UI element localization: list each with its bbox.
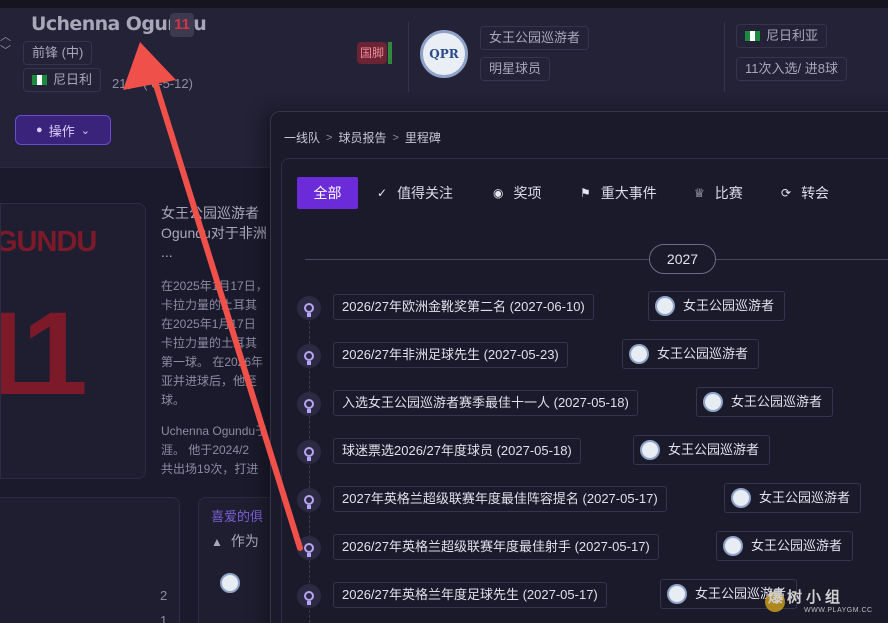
bio-lead-line: ... (161, 244, 173, 260)
medal-icon (297, 536, 321, 560)
milestone-club-chip[interactable]: 女王公园巡游者 (724, 483, 862, 513)
flag-icon: ⚑ (580, 186, 591, 200)
nigeria-flag-icon (745, 31, 760, 41)
bio-lead-line: Ogundu对于非洲 (161, 225, 267, 241)
favourite-club-subtitle: ▲ 作为 (211, 533, 259, 549)
milestone-club-chip[interactable]: 女王公园巡游者 (648, 291, 786, 321)
position-chip: 前锋 (中) (23, 41, 93, 65)
bio-lead-line: 女王公园巡游者 (161, 205, 259, 221)
international-badge: 国脚 (357, 42, 387, 64)
club-crest-icon (220, 573, 240, 593)
person-icon: ● (36, 124, 43, 136)
tab-major-events[interactable]: ⚑ 重大事件 (580, 177, 657, 209)
tab-all[interactable]: 全部 (297, 177, 358, 209)
collapse-chevron-icon[interactable]: ︿ ﹀ (0, 30, 11, 58)
nationality-chip: 尼日利 (23, 68, 102, 92)
medal-icon (297, 488, 321, 512)
medal-icon (297, 584, 321, 608)
bio-line: 卡拉力量的土耳其 (161, 336, 258, 350)
jersey-number: 11 (1, 288, 88, 420)
header-divider (408, 22, 409, 92)
year-label: 2027 (649, 244, 716, 274)
player-status-chip: 明星球员 (480, 57, 551, 81)
breadcrumb-item-milestones: 里程碑 (404, 131, 441, 145)
bio-line: 共出场19次，打进 (161, 462, 259, 476)
player-jersey-card: GUNDU 11 (0, 203, 146, 479)
bio-line: 在2025年1月17日， (161, 279, 268, 293)
nation-chip[interactable]: 尼日利亚 (736, 24, 828, 48)
shirt-number-badge: 11 (170, 13, 194, 37)
milestone-title: 入选女王公园巡游者赛季最佳十一人 (2027-05-18) (333, 390, 638, 416)
milestone-title: 2026/27年非洲足球先生 (2027-05-23) (333, 342, 568, 368)
breadcrumb: 一线队 > 球员报告 > 里程碑 (284, 129, 441, 146)
milestone-title: 2027年英格兰超级联赛年度最佳阵容提名 (2027-05-17) (333, 486, 667, 512)
club-crest-icon (731, 488, 751, 508)
club-crest-icon (723, 536, 743, 556)
bio-line: 第一球。 在2026年 (161, 355, 264, 369)
international-status-bar (388, 42, 392, 64)
milestone-club-chip[interactable]: 女王公园巡游者 (622, 339, 760, 369)
top-bar (0, 0, 888, 8)
club-crest-icon (667, 584, 687, 604)
medal-icon: ◉ (493, 186, 504, 200)
chevron-right-icon: > (392, 131, 399, 144)
shirt-icon: ▲ (211, 535, 223, 549)
bio-line: 卡拉力量的土耳其 (161, 298, 258, 312)
medal-icon (297, 440, 321, 464)
stats-card (0, 497, 180, 623)
tab-transfers[interactable]: ⟳ 转会 (781, 177, 829, 209)
club-crest-icon (703, 392, 723, 412)
bio-line: 在2025年1月17日 (161, 317, 256, 331)
club-crest-icon (640, 440, 660, 460)
milestone-title: 2026/27年欧洲金靴奖第二名 (2027-06-10) (333, 294, 594, 320)
header-divider (724, 22, 725, 92)
watermark-url: WWW.PLAYGM.CC (804, 607, 873, 614)
bio-line: Uchenna Ogundu于 (161, 424, 268, 438)
club-crest-icon[interactable]: QPR (420, 30, 468, 78)
chevron-down-icon: ⌄ (80, 124, 90, 137)
watermark-text: 爆树小组 (768, 589, 845, 606)
milestone-club-chip[interactable]: 女王公园巡游者 (633, 435, 771, 465)
medal-icon (297, 344, 321, 368)
medal-icon (297, 296, 321, 320)
stat-number: 1 (160, 613, 168, 623)
breadcrumb-item-first-team[interactable]: 一线队 (284, 129, 320, 146)
medal-icon (297, 392, 321, 416)
milestone-title: 球迷票选2026/27年度球员 (2027-05-18) (333, 438, 581, 464)
club-crest-icon (655, 296, 675, 316)
nigeria-flag-icon (32, 75, 47, 85)
milestone-club-chip[interactable]: 女王公园巡游者 (696, 387, 834, 417)
operations-button[interactable]: ● 操作 ⌄ (15, 115, 111, 145)
caps-chip: 11次入选/ 进8球 (736, 57, 847, 81)
stat-number: 2 (160, 588, 168, 603)
year-divider (305, 259, 888, 260)
trophy-icon: ♕ (694, 186, 705, 200)
milestone-title: 2026/27年英格兰超级联赛年度最佳射手 (2027-05-17) (333, 534, 659, 560)
club-name-chip[interactable]: 女王公园巡游者 (480, 26, 590, 50)
bio-line: 球。 (161, 393, 186, 407)
breadcrumb-item-player-report[interactable]: 球员报告 (338, 129, 386, 146)
check-icon: ✓ (377, 186, 388, 200)
bio-line: 亚并进球后，他至 (161, 374, 258, 388)
favourite-club-title: 喜爱的俱 (211, 509, 264, 524)
tab-noteworthy[interactable]: ✓ 值得关注 (377, 177, 453, 209)
age-dob: 21岁 ( 6-5-12) (112, 76, 193, 91)
milestone-club-chip[interactable]: 女王公园巡游者 (716, 531, 854, 561)
bio-line: 涯。 他于2024/2 (161, 443, 250, 457)
tab-awards[interactable]: ◉ 奖项 (493, 177, 541, 209)
chevron-right-icon: > (326, 131, 333, 144)
jersey-name: GUNDU (0, 226, 97, 258)
club-crest-icon (629, 344, 649, 364)
milestone-title: 2026/27年英格兰年度足球先生 (2027-05-17) (333, 582, 607, 608)
tab-matches[interactable]: ♕ 比赛 (694, 177, 743, 209)
refresh-icon: ⟳ (781, 186, 792, 200)
